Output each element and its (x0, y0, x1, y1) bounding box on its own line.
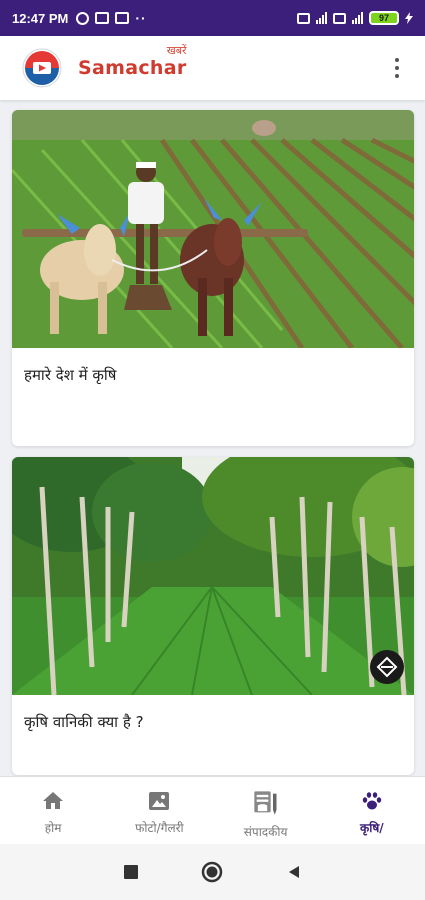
overflow-menu-button[interactable] (385, 53, 409, 83)
nav-item-home[interactable]: होम (0, 777, 106, 844)
status-bar: 12:47 PM ·· 97 (0, 0, 425, 36)
nav-label: फोटो/गैलरी (135, 821, 184, 835)
message-icon (95, 12, 110, 24)
news-card[interactable]: हमारे देश में कृषि (12, 110, 414, 446)
square-icon (123, 865, 138, 879)
charging-icon (405, 12, 413, 24)
nav-item-editorial[interactable]: संपादकीय (213, 777, 319, 844)
dot-icon (395, 74, 399, 78)
volte-icon-2 (333, 12, 346, 24)
alarm-icon (76, 11, 90, 25)
status-time: 12:47 PM (12, 10, 69, 26)
system-navigation-bar (0, 844, 425, 900)
volte-icon (297, 12, 310, 24)
brand: खबरें Samachar (78, 44, 187, 79)
nav-item-agriculture[interactable]: कृषि/ (319, 777, 425, 844)
more-notifications-icon: ·· (135, 10, 147, 26)
back-triangle-icon (289, 866, 300, 878)
editorial-icon (253, 791, 277, 815)
nav-label: संपादकीय (243, 825, 288, 839)
nav-label: होम (44, 821, 62, 835)
signal-icon (316, 12, 327, 24)
dot-icon (395, 66, 399, 70)
news-card-title[interactable]: कृषि वानिकी क्या है ? (12, 695, 414, 733)
app-logo-icon (22, 48, 62, 88)
news-feed[interactable]: हमारे देश में कृषि कृषि वानिकी क्या है ? (0, 100, 425, 776)
nav-item-gallery[interactable]: फोटो/गैलरी (106, 777, 212, 844)
recents-button[interactable] (111, 852, 151, 892)
paw-icon (362, 792, 382, 810)
home-icon (43, 792, 64, 809)
news-card-title[interactable]: हमारे देश में कृषि (12, 348, 414, 386)
nav-label: कृषि/ (360, 821, 384, 835)
app-bar: खबरें Samachar (0, 36, 425, 100)
brand-tagline: खबरें (166, 44, 187, 57)
farming-ox-plough-image[interactable] (12, 110, 414, 348)
back-button[interactable] (274, 852, 314, 892)
bottom-navigation: होम फोटो/गैलरी संपादकीय कृषि/ (0, 776, 425, 844)
notification-icons: ·· (76, 10, 146, 26)
brand-name: Samachar (78, 57, 187, 79)
image-notification-icon (115, 12, 130, 24)
gallery-icon (149, 792, 170, 810)
dot-icon (395, 58, 399, 62)
signal-icon-2 (352, 12, 363, 24)
circle-icon (202, 861, 223, 883)
news-card[interactable]: कृषि वानिकी क्या है ? (12, 457, 414, 775)
battery-icon: 97 (369, 11, 399, 25)
agroforestry-image[interactable] (12, 457, 414, 695)
home-system-button[interactable] (192, 852, 232, 892)
status-right: 97 (297, 11, 413, 25)
